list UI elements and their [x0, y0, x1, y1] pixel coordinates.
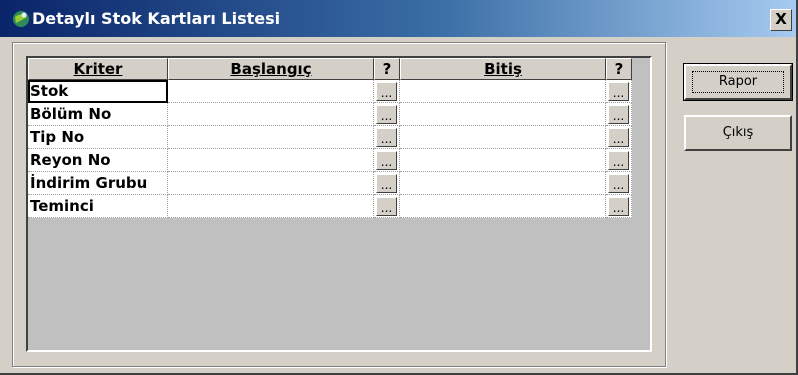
- cell-baslangic-input[interactable]: [168, 149, 374, 172]
- cell-kriter[interactable]: Reyon No: [28, 149, 168, 172]
- lookup-end-button[interactable]: ...: [608, 197, 629, 216]
- cell-kriter[interactable]: Bölüm No: [28, 103, 168, 126]
- cell-baslangic-input[interactable]: [168, 80, 374, 103]
- grid-row[interactable]: Tip No......: [28, 126, 636, 149]
- column-header-baslangic[interactable]: Başlangıç: [168, 58, 374, 80]
- globe-app-icon: [13, 11, 29, 27]
- cell-q1: ...: [374, 172, 400, 195]
- header-label-baslangic: Başlangıç: [230, 60, 312, 78]
- grid-row[interactable]: Reyon No......: [28, 149, 636, 172]
- cell-q2: ...: [606, 103, 632, 126]
- close-icon: X: [775, 10, 787, 28]
- cell-q2: ...: [606, 195, 632, 218]
- header-label-q2: ?: [614, 60, 624, 78]
- cell-q2: ...: [606, 80, 632, 103]
- header-label-kriter: Kriter: [73, 60, 123, 78]
- dialog-window: Detaylı Stok Kartları Listesi X Kriter B…: [0, 0, 798, 375]
- rapor-button[interactable]: Rapor: [684, 64, 792, 100]
- header-label-bitis: Bitiş: [484, 60, 522, 78]
- cell-q2: ...: [606, 126, 632, 149]
- lookup-end-button[interactable]: ...: [608, 128, 629, 147]
- cell-kriter[interactable]: Stok: [28, 80, 168, 103]
- cell-q1: ...: [374, 195, 400, 218]
- cell-bitis-input[interactable]: [400, 172, 606, 195]
- criteria-grid[interactable]: Kriter Başlangıç ? Bitiş ? Stok...... Böl…: [26, 56, 652, 352]
- cell-kriter[interactable]: Teminci: [28, 195, 168, 218]
- cell-bitis-input[interactable]: [400, 103, 606, 126]
- lookup-start-button[interactable]: ...: [376, 128, 397, 147]
- cell-bitis-input[interactable]: [400, 195, 606, 218]
- grid-row[interactable]: Bölüm No......: [28, 103, 636, 126]
- cell-baslangic-input[interactable]: [168, 126, 374, 149]
- cikis-button[interactable]: Çıkış: [684, 115, 792, 151]
- lookup-start-button[interactable]: ...: [376, 174, 397, 193]
- lookup-start-button[interactable]: ...: [376, 82, 397, 101]
- cell-q1: ...: [374, 126, 400, 149]
- cell-baslangic-input[interactable]: [168, 103, 374, 126]
- cell-q2: ...: [606, 172, 632, 195]
- cell-q2: ...: [606, 149, 632, 172]
- lookup-end-button[interactable]: ...: [608, 105, 629, 124]
- column-header-bitis[interactable]: Bitiş: [400, 58, 606, 80]
- lookup-start-button[interactable]: ...: [376, 105, 397, 124]
- lookup-start-button[interactable]: ...: [376, 151, 397, 170]
- header-label-q1: ?: [382, 60, 392, 78]
- rapor-button-label: Rapor: [718, 74, 758, 89]
- title-bar[interactable]: Detaylı Stok Kartları Listesi X: [0, 0, 796, 37]
- column-header-q2[interactable]: ?: [606, 58, 632, 80]
- cell-q1: ...: [374, 149, 400, 172]
- lookup-end-button[interactable]: ...: [608, 174, 629, 193]
- cell-kriter[interactable]: Tip No: [28, 126, 168, 149]
- lookup-end-button[interactable]: ...: [608, 82, 629, 101]
- cell-q1: ...: [374, 80, 400, 103]
- cell-baslangic-input[interactable]: [168, 195, 374, 218]
- cell-bitis-input[interactable]: [400, 149, 606, 172]
- grid-row[interactable]: Teminci......: [28, 195, 636, 218]
- grid-row[interactable]: Stok......: [28, 80, 636, 103]
- cell-bitis-input[interactable]: [400, 126, 606, 149]
- cell-q1: ...: [374, 103, 400, 126]
- cell-kriter[interactable]: İndirim Grubu: [28, 172, 168, 195]
- grid-row[interactable]: İndirim Grubu......: [28, 172, 636, 195]
- column-header-kriter[interactable]: Kriter: [28, 58, 168, 80]
- window-title: Detaylı Stok Kartları Listesi: [32, 9, 281, 28]
- cikis-button-label: Çıkış: [722, 125, 754, 140]
- cell-baslangic-input[interactable]: [168, 172, 374, 195]
- cell-bitis-input[interactable]: [400, 80, 606, 103]
- lookup-start-button[interactable]: ...: [376, 197, 397, 216]
- close-button[interactable]: X: [770, 9, 792, 31]
- lookup-end-button[interactable]: ...: [608, 151, 629, 170]
- column-header-q1[interactable]: ?: [374, 58, 400, 80]
